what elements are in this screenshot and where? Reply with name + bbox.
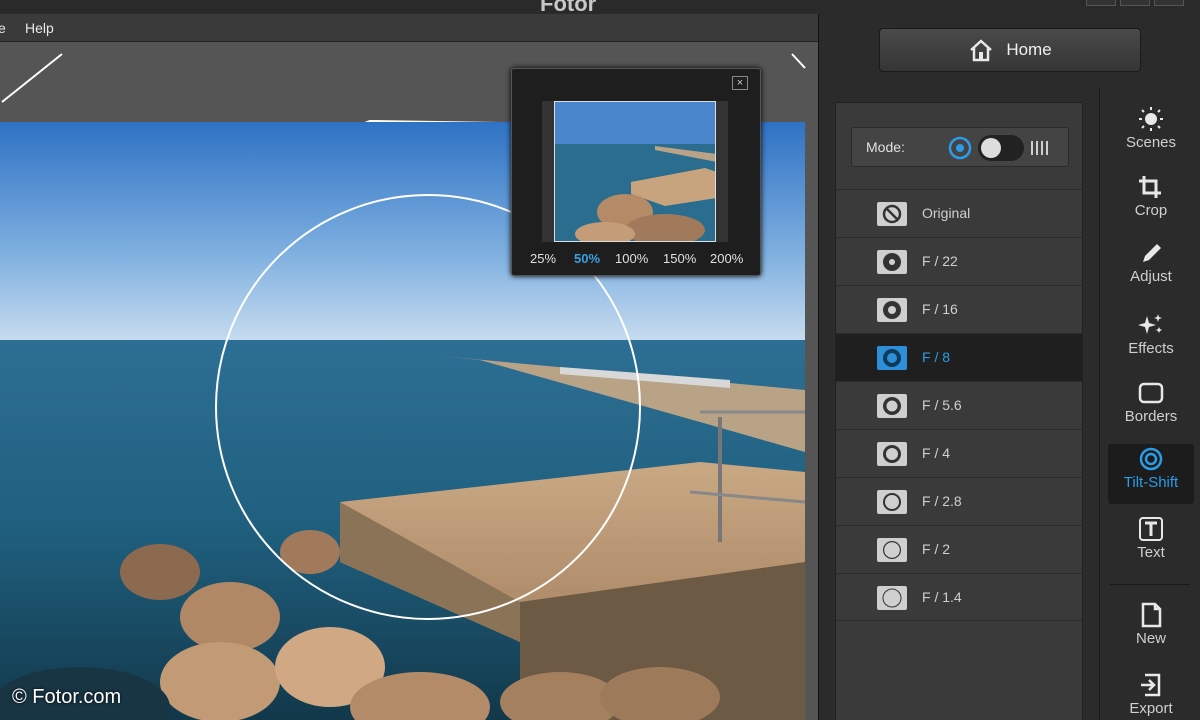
linear-mode-icon[interactable] — [1030, 138, 1050, 158]
aperture-label: F / 16 — [922, 301, 958, 317]
tool-label: Crop — [1134, 202, 1168, 219]
circular-mode-icon[interactable] — [948, 136, 972, 160]
frame-icon — [1138, 382, 1164, 404]
mode-label: Mode: — [866, 139, 905, 155]
right-panel: Home Mode: Original F / 22 F / 16 F / 8 … — [818, 14, 1200, 720]
zoom-25[interactable]: 25% — [530, 251, 556, 266]
pencil-icon — [1143, 244, 1161, 262]
window-title: Fotor — [540, 0, 597, 14]
aperture-label: F / 8 — [922, 349, 951, 365]
menu-bar: e Help — [0, 14, 818, 42]
maximize-button[interactable] — [1120, 0, 1150, 6]
aperture-label: F / 5.6 — [922, 397, 962, 413]
sparkles-icon — [1138, 314, 1162, 334]
aperture-label: F / 4 — [922, 445, 951, 461]
tool-effects[interactable]: Effects — [1108, 310, 1194, 370]
aperture-label: F / 2 — [922, 541, 951, 557]
tool-export[interactable]: Export — [1108, 670, 1194, 720]
tool-text[interactable]: Text — [1108, 514, 1194, 574]
zoom-200[interactable]: 200% — [710, 251, 743, 266]
aperture-f16[interactable]: F / 16 — [836, 285, 1082, 333]
tool-tilt-shift[interactable]: Tilt-Shift — [1108, 444, 1194, 504]
tool-borders[interactable]: Borders — [1108, 378, 1194, 438]
tool-label: Text — [1137, 544, 1165, 561]
title-bar: Fotor — [0, 0, 1200, 14]
tool-divider — [1110, 584, 1190, 585]
aperture-label: Original — [922, 205, 971, 221]
crop-icon — [1139, 176, 1161, 198]
home-icon — [970, 39, 993, 62]
tool-crop[interactable]: Crop — [1108, 172, 1194, 232]
tool-label: Borders — [1124, 408, 1178, 425]
tool-label: Tilt-Shift — [1123, 474, 1179, 491]
navigator-thumbnail[interactable] — [554, 101, 716, 242]
aperture-original[interactable]: Original — [836, 189, 1082, 237]
aperture-icon — [877, 490, 907, 514]
aperture-icon — [877, 538, 907, 562]
zoom-50[interactable]: 50% — [574, 251, 600, 266]
watermark: © Fotor.com — [12, 686, 122, 708]
tool-scenes[interactable]: Scenes — [1108, 104, 1194, 164]
aperture-panel: Mode: Original F / 22 F / 16 F / 8 F / 5… — [835, 102, 1083, 720]
home-button[interactable]: Home — [879, 28, 1141, 72]
aperture-f4[interactable]: F / 4 — [836, 429, 1082, 477]
toggle-knob — [981, 138, 1001, 158]
sun-icon — [1139, 107, 1163, 131]
minimize-button[interactable] — [1086, 0, 1116, 6]
navigator-close-button[interactable]: × — [732, 76, 748, 90]
aperture-f22[interactable]: F / 22 — [836, 237, 1082, 285]
tool-new[interactable]: New — [1108, 600, 1194, 660]
aperture-f5-6[interactable]: F / 5.6 — [836, 381, 1082, 429]
zoom-100[interactable]: 100% — [615, 251, 648, 266]
aperture-f8[interactable]: F / 8 — [836, 333, 1082, 381]
tool-label: Adjust — [1130, 268, 1172, 285]
navigator-thumbnail-frame — [542, 101, 728, 242]
close-window-button[interactable] — [1154, 0, 1184, 6]
aperture-icon — [877, 250, 907, 274]
aperture-f2-8[interactable]: F / 2.8 — [836, 477, 1082, 525]
tool-label: Scenes — [1125, 134, 1177, 151]
tool-label: Export — [1129, 700, 1173, 717]
menu-item-help[interactable]: Help — [25, 20, 54, 36]
aperture-f1-4[interactable]: F / 1.4 — [836, 573, 1082, 621]
tool-label: Effects — [1128, 340, 1174, 357]
navigator-panel: × 25% 50% 100% 150% 200% — [511, 68, 761, 276]
tool-label: New — [1135, 630, 1166, 647]
tool-column: Scenes Crop Adjust Effects Borders Tilt-… — [1099, 88, 1200, 720]
aperture-label: F / 22 — [922, 253, 958, 269]
aperture-icon — [877, 346, 907, 370]
zoom-150[interactable]: 150% — [663, 251, 696, 266]
document-icon — [1141, 602, 1162, 628]
mode-toggle[interactable] — [978, 135, 1024, 161]
menu-item-file[interactable]: e — [0, 20, 6, 36]
aperture-f2[interactable]: F / 2 — [836, 525, 1082, 573]
text-icon — [1139, 517, 1163, 541]
aperture-label: F / 2.8 — [922, 493, 962, 509]
aperture-icon — [877, 442, 907, 466]
aperture-label: F / 1.4 — [922, 589, 962, 605]
no-blur-icon — [877, 202, 907, 226]
aperture-icon — [877, 394, 907, 418]
home-label: Home — [1006, 40, 1052, 59]
target-icon — [1139, 447, 1163, 471]
aperture-icon — [877, 298, 907, 322]
aperture-icon — [877, 586, 907, 610]
export-icon — [1141, 673, 1161, 697]
mode-selector: Mode: — [851, 127, 1069, 167]
tool-adjust[interactable]: Adjust — [1108, 238, 1194, 298]
